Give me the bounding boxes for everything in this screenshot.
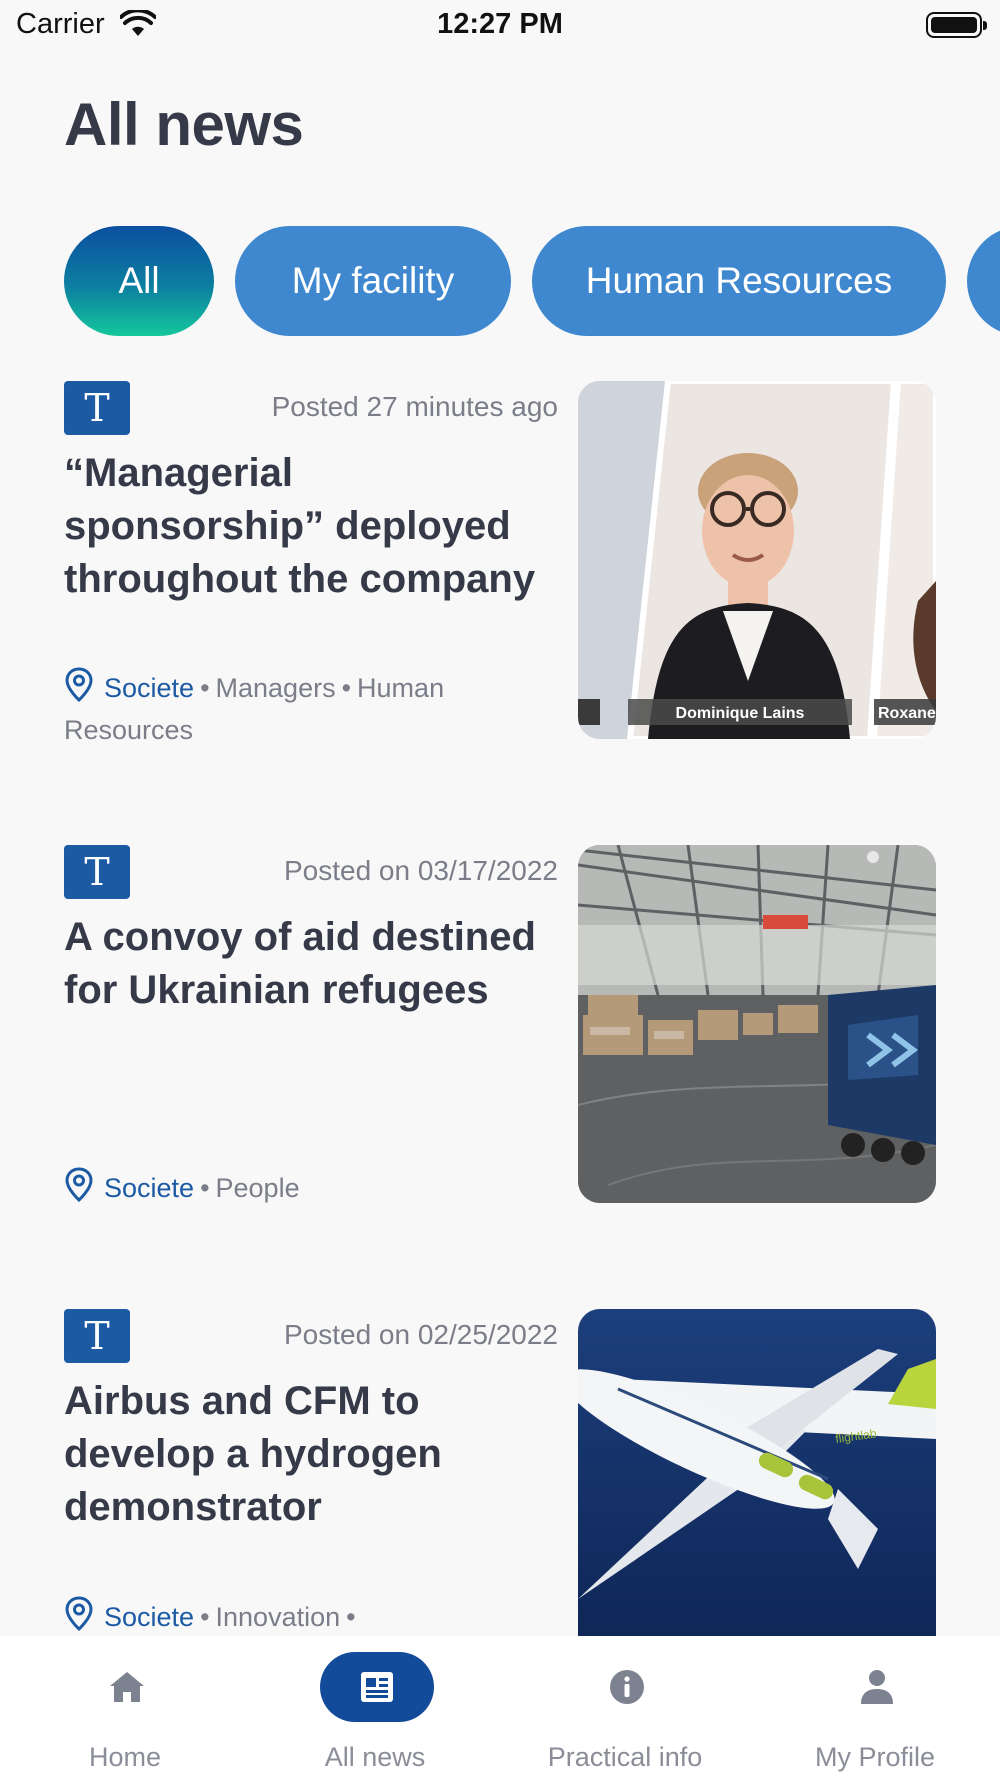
location-pin-icon [64,667,94,712]
news-card[interactable]: T Posted on 03/17/2022 A convoy of aid d… [64,845,936,1245]
location-label[interactable]: Societe [104,1173,194,1203]
person-icon [820,1652,934,1722]
location-pin-icon [64,1596,94,1639]
news-meta: Societe • People [64,1167,534,1212]
tab-practical-info[interactable]: Practical info [500,1636,750,1778]
news-type-badge: T [64,1309,130,1363]
battery-icon [926,12,987,38]
news-thumbnail [578,845,936,1203]
posted-date: Posted on 03/17/2022 [283,855,558,886]
image-caption: Roxane [878,705,936,722]
tag-label: Innovation [215,1602,341,1632]
filter-chip-more[interactable] [967,226,1000,336]
tab-label: Home [88,1742,162,1772]
image-caption: Dominique Lains [676,705,805,722]
filter-chip-my-facility[interactable]: My facility [235,226,511,336]
info-icon [570,1652,684,1722]
news-type-badge: T [64,845,130,899]
newspaper-icon [320,1652,434,1722]
news-meta: Societe • Innovation • [64,1596,534,1639]
home-icon [70,1652,184,1722]
news-thumbnail: flightlab [578,1309,936,1639]
news-title: Airbus and CFM to develop a hydrogen dem… [64,1379,442,1529]
tag-label: Managers [215,673,336,703]
tab-label: All news [324,1742,426,1772]
posted-date: Posted 27 minutes ago [271,391,558,422]
bottom-tab-bar: Home All news Practical info My Profile [0,1636,1000,1778]
status-time: 12:27 PM [437,8,563,40]
news-thumbnail: Dominique Lains Roxane [578,381,936,739]
news-title: “Managerial sponsorship” deployed throug… [64,451,536,601]
news-title: A convoy of aid destined for Ukrainian r… [64,915,536,1012]
tab-all-news[interactable]: All news [250,1636,500,1778]
news-type-badge: T [64,381,130,435]
news-card[interactable]: T Posted 27 minutes ago “Managerial spon… [64,381,936,781]
posted-date: Posted on 02/25/2022 [283,1319,558,1350]
filter-chip-human-resources[interactable]: Human Resources [532,226,946,336]
tab-home[interactable]: Home [0,1636,250,1778]
tab-label: Practical info [547,1742,703,1772]
tab-my-profile[interactable]: My Profile [750,1636,1000,1778]
status-bar: Carrier 12:27 PM [0,0,1000,50]
page-title: All news [64,91,304,158]
location-pin-icon [64,1167,94,1212]
filter-chip-all[interactable]: All [64,226,214,336]
category-filter-bar: All My facility Human Resources [64,226,1000,336]
tag-label: People [215,1173,300,1203]
news-card[interactable]: T Posted on 02/25/2022 Airbus and CFM to… [64,1309,936,1639]
news-meta: Societe • Managers • Human Resources [64,667,534,748]
tab-label: My Profile [814,1742,936,1772]
location-label[interactable]: Societe [104,673,194,703]
location-label[interactable]: Societe [104,1602,194,1632]
